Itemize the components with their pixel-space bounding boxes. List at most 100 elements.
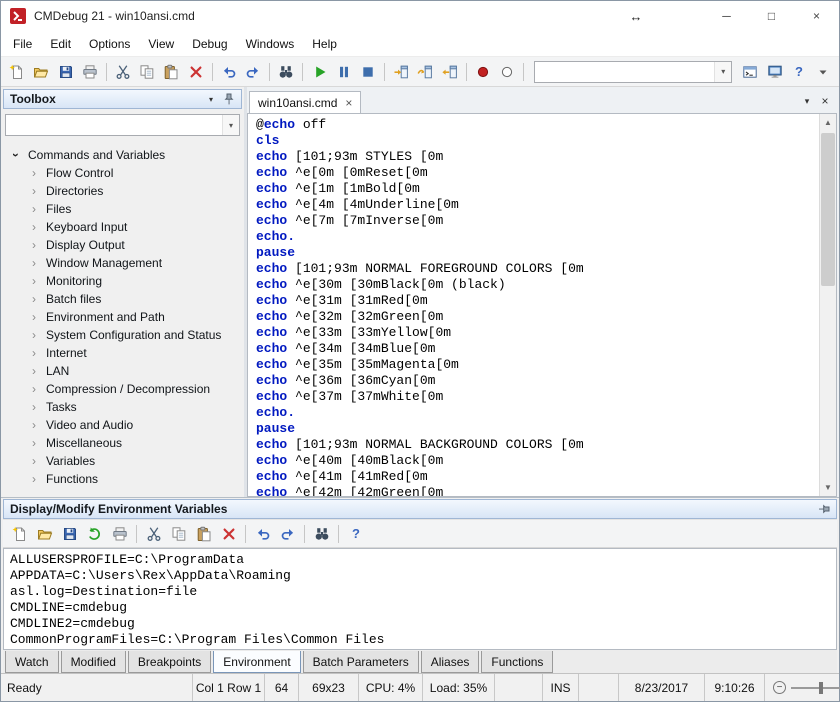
minimize-button[interactable]: ─ (704, 1, 749, 31)
environment-variables-list[interactable]: ALLUSERSPROFILE=C:\ProgramDataAPPDATA=C:… (3, 548, 837, 650)
resize-arrows-icon[interactable]: ↔ (620, 9, 652, 24)
step-over-button[interactable] (414, 60, 436, 83)
zoom-out-button[interactable]: − (773, 681, 786, 694)
save-button[interactable] (54, 60, 76, 83)
command-window-button[interactable] (739, 60, 761, 83)
chevron-collapsed-icon[interactable]: › (27, 239, 41, 251)
chevron-expanded-icon[interactable]: › (10, 148, 22, 162)
chevron-collapsed-icon[interactable]: › (27, 203, 41, 215)
step-out-button[interactable] (439, 60, 461, 83)
tree-item-keyboard-input[interactable]: ›Keyboard Input (3, 218, 242, 236)
toolbox-pin-icon[interactable] (220, 91, 238, 107)
tree-item-functions[interactable]: ›Functions (3, 470, 242, 488)
zoom-slider[interactable] (791, 687, 840, 689)
maximize-button[interactable]: □ (749, 1, 794, 31)
menu-options[interactable]: Options (80, 33, 139, 55)
copy-button[interactable] (167, 522, 190, 545)
run-button[interactable] (308, 60, 330, 83)
tab-watch[interactable]: Watch (5, 651, 59, 673)
paste-button[interactable] (192, 522, 215, 545)
print-button[interactable] (108, 522, 131, 545)
tab-environment[interactable]: Environment (213, 651, 300, 673)
menu-debug[interactable]: Debug (183, 33, 236, 55)
cut-button[interactable] (142, 522, 165, 545)
find-button[interactable] (275, 60, 297, 83)
tree-item-lan[interactable]: ›LAN (3, 362, 242, 380)
menu-file[interactable]: File (4, 33, 41, 55)
open-folder-button[interactable] (30, 60, 52, 83)
find-button[interactable] (310, 522, 333, 545)
console-window-button[interactable] (763, 60, 785, 83)
breakpoint-circle-button[interactable] (496, 60, 518, 83)
menu-edit[interactable]: Edit (41, 33, 80, 55)
new-file-button[interactable] (8, 522, 31, 545)
chevron-collapsed-icon[interactable]: › (27, 329, 41, 341)
tree-item-video-and-audio[interactable]: ›Video and Audio (3, 416, 242, 434)
print-button[interactable] (79, 60, 101, 83)
tree-item-system-configuration-and-status[interactable]: ›System Configuration and Status (3, 326, 242, 344)
save-button[interactable] (58, 522, 81, 545)
tree-item-window-management[interactable]: ›Window Management (3, 254, 242, 272)
chevron-collapsed-icon[interactable]: › (27, 221, 41, 233)
paste-button[interactable] (160, 60, 182, 83)
tree-item-directories[interactable]: ›Directories (3, 182, 242, 200)
step-into-button[interactable] (390, 60, 412, 83)
chevron-collapsed-icon[interactable]: › (27, 347, 41, 359)
tree-item-variables[interactable]: ›Variables (3, 452, 242, 470)
new-file-button[interactable] (6, 60, 28, 83)
undo-button[interactable] (218, 60, 240, 83)
tree-item-batch-files[interactable]: ›Batch files (3, 290, 242, 308)
tree-item-internet[interactable]: ›Internet (3, 344, 242, 362)
tab-win10ansi-cmd[interactable]: win10ansi.cmd × (249, 91, 361, 113)
delete-button[interactable] (217, 522, 240, 545)
record-button[interactable] (472, 60, 494, 83)
scroll-down-icon[interactable]: ▼ (820, 479, 836, 496)
scrollbar-thumb[interactable] (821, 133, 835, 286)
copy-button[interactable] (136, 60, 158, 83)
redo-button[interactable] (276, 522, 299, 545)
tab-breakpoints[interactable]: Breakpoints (128, 651, 211, 673)
chevron-down-icon[interactable]: ▾ (222, 115, 239, 135)
chevron-collapsed-icon[interactable]: › (27, 167, 41, 179)
tree-item-compression-decompression[interactable]: ›Compression / Decompression (3, 380, 242, 398)
tree-item-monitoring[interactable]: ›Monitoring (3, 272, 242, 290)
undo-button[interactable] (251, 522, 274, 545)
code-editor[interactable]: @echo offclsecho [101;93m STYLES [0mecho… (248, 114, 819, 496)
editor-vertical-scrollbar[interactable]: ▲ ▼ (819, 114, 836, 496)
chevron-collapsed-icon[interactable]: › (27, 383, 41, 395)
stop-button[interactable] (357, 60, 379, 83)
tree-item-display-output[interactable]: ›Display Output (3, 236, 242, 254)
chevron-collapsed-icon[interactable]: › (27, 437, 41, 449)
open-folder-button[interactable] (33, 522, 56, 545)
tab-list-dropdown-icon[interactable]: ▾ (799, 93, 815, 109)
scrollbar-track[interactable] (820, 131, 836, 479)
pause-button[interactable] (333, 60, 355, 83)
chevron-collapsed-icon[interactable]: › (27, 185, 41, 197)
menu-dropdown-button[interactable] (812, 60, 834, 83)
tree-item-files[interactable]: ›Files (3, 200, 242, 218)
tree-item-tasks[interactable]: ›Tasks (3, 398, 242, 416)
tab-functions[interactable]: Functions (481, 651, 553, 673)
tree-item-commands-and-variables[interactable]: ›Commands and Variables (3, 146, 242, 164)
revert-button[interactable] (83, 522, 106, 545)
menu-windows[interactable]: Windows (237, 33, 304, 55)
tab-aliases[interactable]: Aliases (421, 651, 480, 673)
tab-modified[interactable]: Modified (61, 651, 126, 673)
tab-batch-parameters[interactable]: Batch Parameters (303, 651, 419, 673)
tree-item-miscellaneous[interactable]: ›Miscellaneous (3, 434, 242, 452)
environment-pin-icon[interactable] (815, 501, 833, 517)
menu-help[interactable]: Help (303, 33, 346, 55)
redo-button[interactable] (242, 60, 264, 83)
toolbar-combobox[interactable]: ▾ (534, 61, 732, 83)
zoom-slider-thumb[interactable] (819, 682, 823, 694)
toolbox-menu-dropdown-icon[interactable]: ▾ (202, 91, 220, 107)
chevron-collapsed-icon[interactable]: › (27, 365, 41, 377)
tabbar-close-icon[interactable]: × (817, 93, 833, 109)
tab-close-icon[interactable]: × (345, 97, 352, 109)
close-button[interactable]: × (794, 1, 839, 31)
chevron-collapsed-icon[interactable]: › (27, 455, 41, 467)
chevron-collapsed-icon[interactable]: › (27, 275, 41, 287)
delete-button[interactable] (185, 60, 207, 83)
chevron-collapsed-icon[interactable]: › (27, 401, 41, 413)
cut-button[interactable] (112, 60, 134, 83)
